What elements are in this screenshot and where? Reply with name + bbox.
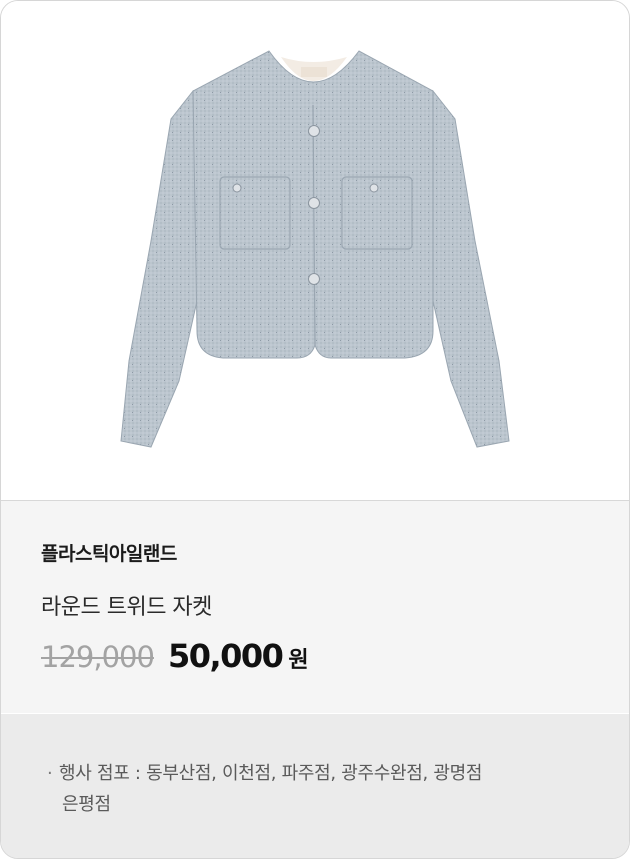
event-stores-line2: 은평점 xyxy=(62,794,111,815)
sale-price: 50,000 xyxy=(167,637,284,675)
product-card[interactable]: 플라스틱아일랜드 라운드 트위드 자켓 129,000 50,000 원 · 행사… xyxy=(0,0,630,859)
price-row: 129,000 50,000 원 xyxy=(41,637,309,677)
button-icon xyxy=(308,197,320,209)
original-price: 129,000 xyxy=(41,640,155,674)
event-stores-line1: 행사 점포 : 동부산점, 이천점, 파주점, 광주수완점, 광명점 xyxy=(59,763,483,784)
bullet-icon: · xyxy=(47,763,53,784)
button-icon xyxy=(308,125,320,137)
jacket-image xyxy=(120,50,510,448)
event-stores-text: · 행사 점포 : 동부산점, 이천점, 파주점, 광주수완점, 광명점 은평점 xyxy=(47,758,567,820)
event-stores-section: · 행사 점포 : 동부산점, 이천점, 파주점, 광주수완점, 광명점 은평점 xyxy=(1,714,629,858)
button-icon xyxy=(369,183,379,193)
brand-label-tag xyxy=(301,67,327,77)
product-name[interactable]: 라운드 트위드 자켓 xyxy=(41,589,212,621)
button-icon xyxy=(308,273,320,285)
product-info: 플라스틱아일랜드 라운드 트위드 자켓 129,000 50,000 원 xyxy=(1,501,629,713)
button-icon xyxy=(232,183,242,193)
brand-name[interactable]: 플라스틱아일랜드 xyxy=(41,539,177,566)
product-image[interactable] xyxy=(1,1,629,501)
currency-label: 원 xyxy=(288,648,309,673)
